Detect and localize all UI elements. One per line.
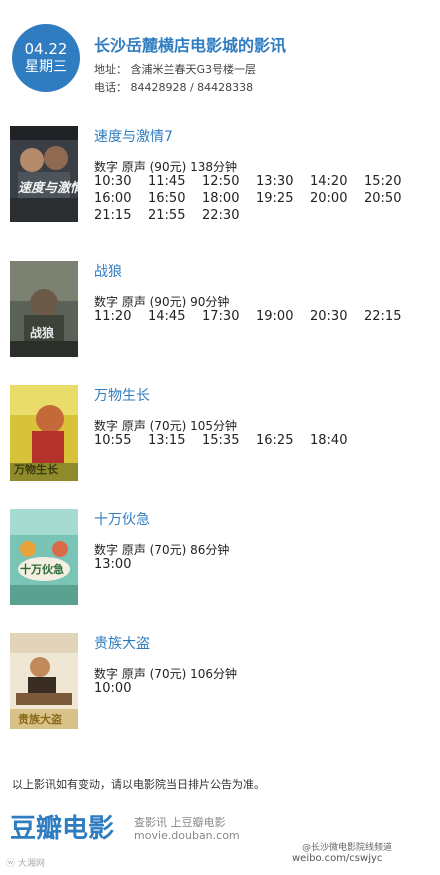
weekday-text: 星期三 bbox=[25, 58, 67, 75]
showtime[interactable]: 13:00 bbox=[94, 557, 148, 572]
showtime[interactable]: 15:35 bbox=[202, 433, 256, 448]
showtime[interactable]: 22:15 bbox=[364, 309, 418, 324]
disclaimer-note: 以上影讯如有变动，请以电影院当日排片公告为准。 bbox=[12, 778, 265, 791]
showtime[interactable]: 13:15 bbox=[148, 433, 202, 448]
movie-card[interactable]: 贵族大盗 贵族大盗 数字 原声 (70元) 106分钟 10:00 bbox=[10, 633, 430, 733]
showtime[interactable]: 17:30 bbox=[202, 309, 256, 324]
showtime[interactable]: 16:00 bbox=[94, 191, 148, 206]
movie-poster[interactable]: 万物生长 bbox=[10, 385, 78, 481]
showtime[interactable]: 13:30 bbox=[256, 174, 310, 189]
showtime[interactable]: 22:30 bbox=[202, 208, 256, 223]
showtimes: 10:30 11:45 12:50 13:30 14:20 15:20 16:0… bbox=[94, 174, 418, 223]
showtimes: 13:00 bbox=[94, 557, 418, 572]
movie-title[interactable]: 万物生长 bbox=[94, 385, 150, 405]
showtime[interactable]: 11:20 bbox=[94, 309, 148, 324]
movie-card[interactable]: 万物生长 万物生长 数字 原声 (70元) 105分钟 10:55 13:15 … bbox=[10, 385, 430, 485]
cinema-address: 地址： 含浦米兰春天G3号楼一层 bbox=[94, 63, 257, 76]
watermark-left: ⓦ 大湘网 bbox=[6, 859, 45, 869]
showtime[interactable]: 12:50 bbox=[202, 174, 256, 189]
movie-poster[interactable]: 速度与激情7 bbox=[10, 126, 78, 222]
watermark-handle: @长沙微电影院线频道 bbox=[302, 843, 393, 853]
showtimes: 11:20 14:45 17:30 19:00 20:30 22:15 bbox=[94, 309, 418, 324]
poster-title: 万物生长 bbox=[13, 462, 59, 476]
showtime[interactable]: 16:50 bbox=[148, 191, 202, 206]
movie-title[interactable]: 贵族大盗 bbox=[94, 633, 150, 653]
showtime[interactable]: 21:55 bbox=[148, 208, 202, 223]
showtime[interactable]: 20:50 bbox=[364, 191, 418, 206]
showtime[interactable]: 20:30 bbox=[310, 309, 364, 324]
movie-title[interactable]: 十万伙急 bbox=[94, 509, 150, 529]
showtime[interactable]: 10:30 bbox=[94, 174, 148, 189]
showtime[interactable]: 14:20 bbox=[310, 174, 364, 189]
showtime[interactable]: 15:20 bbox=[364, 174, 418, 189]
movie-spec: 数字 原声 (90元) 90分钟 bbox=[94, 295, 230, 309]
showtime[interactable]: 10:55 bbox=[94, 433, 148, 448]
showtime[interactable]: 14:45 bbox=[148, 309, 202, 324]
movie-poster[interactable]: 贵族大盗 bbox=[10, 633, 78, 729]
movie-spec: 数字 原声 (70元) 106分钟 bbox=[94, 667, 237, 681]
watermark-url: weibo.com/cswjyc bbox=[292, 853, 383, 864]
cinema-phone: 电话： 84428928 / 84428338 bbox=[94, 81, 254, 94]
movie-spec: 数字 原声 (70元) 105分钟 bbox=[94, 419, 237, 433]
movie-poster[interactable]: 十万伙急 bbox=[10, 509, 78, 605]
showtime[interactable]: 16:25 bbox=[256, 433, 310, 448]
showtime[interactable]: 18:00 bbox=[202, 191, 256, 206]
movie-spec: 数字 原声 (70元) 86分钟 bbox=[94, 543, 230, 557]
movie-card[interactable]: 战狼 战狼 数字 原声 (90元) 90分钟 11:20 14:45 17:30… bbox=[10, 261, 430, 361]
showtime[interactable]: 18:40 bbox=[310, 433, 364, 448]
showtime[interactable]: 19:25 bbox=[256, 191, 310, 206]
douban-movie-logo[interactable]: 豆瓣电影 bbox=[10, 808, 114, 845]
brand-slogan: 查影讯 上豆瓣电影 bbox=[134, 816, 226, 829]
showtime[interactable]: 10:00 bbox=[94, 681, 148, 696]
date-badge: 04.22 星期三 bbox=[12, 24, 80, 92]
movie-spec: 数字 原声 (90元) 138分钟 bbox=[94, 160, 237, 174]
showtime[interactable]: 20:00 bbox=[310, 191, 364, 206]
poster-title: 速度与激情7 bbox=[18, 180, 78, 196]
movie-title[interactable]: 速度与激情7 bbox=[94, 126, 173, 146]
movie-card[interactable]: 十万伙急 十万伙急 数字 原声 (70元) 86分钟 13:00 bbox=[10, 509, 430, 609]
date-text: 04.22 bbox=[24, 40, 68, 59]
showtimes: 10:55 13:15 15:35 16:25 18:40 bbox=[94, 433, 418, 448]
brand-url[interactable]: movie.douban.com bbox=[134, 829, 240, 842]
poster-title: 战狼 bbox=[30, 325, 55, 340]
showtime[interactable]: 21:15 bbox=[94, 208, 148, 223]
movie-title[interactable]: 战狼 bbox=[94, 261, 122, 281]
poster-title: 贵族大盗 bbox=[18, 712, 62, 726]
showtime[interactable]: 11:45 bbox=[148, 174, 202, 189]
showtime[interactable]: 19:00 bbox=[256, 309, 310, 324]
movie-card[interactable]: 速度与激情7 速度与激情7 数字 原声 (90元) 138分钟 10:30 11… bbox=[10, 126, 430, 226]
poster-title: 十万伙急 bbox=[20, 562, 64, 576]
showtimes: 10:00 bbox=[94, 681, 418, 696]
movie-poster[interactable]: 战狼 bbox=[10, 261, 78, 357]
cinema-name: 长沙岳麓横店电影城的影讯 bbox=[94, 36, 287, 55]
